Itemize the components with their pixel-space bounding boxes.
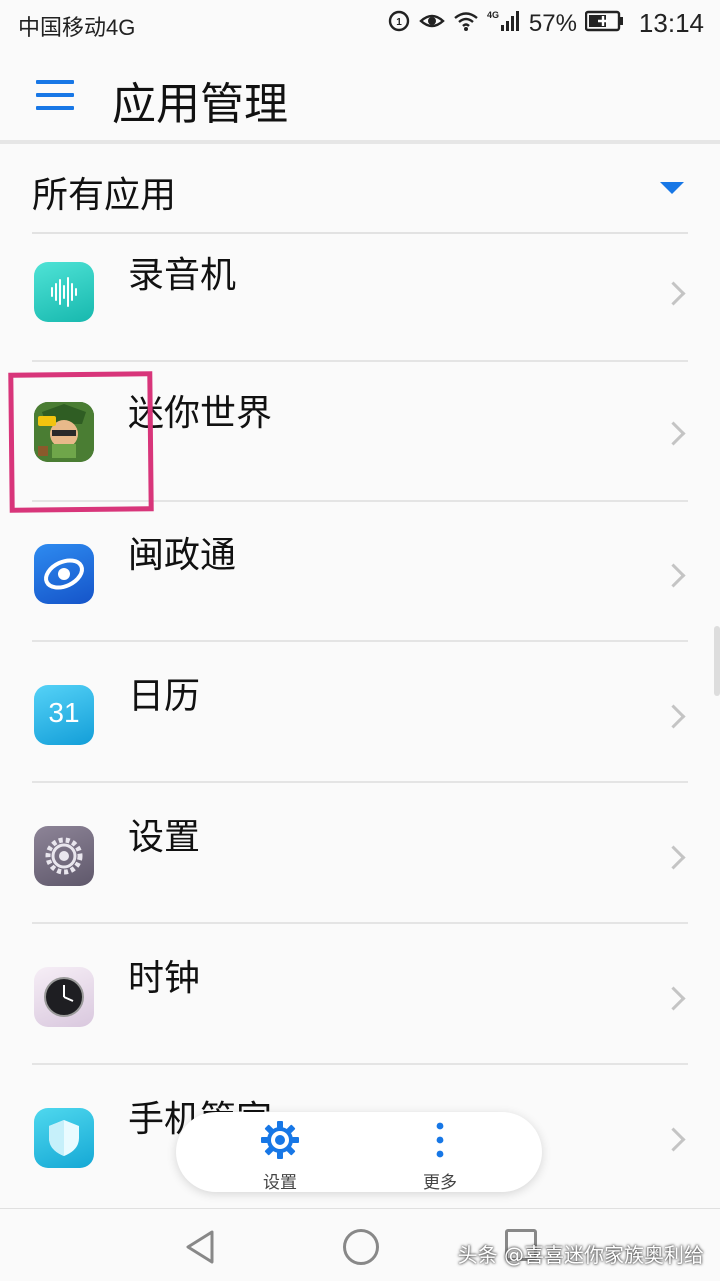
chevron-right-icon <box>661 704 686 729</box>
network-badge: 4G <box>487 10 499 20</box>
settings-gear-icon <box>34 826 94 886</box>
row-divider <box>32 781 688 783</box>
battery-charging-icon <box>584 10 625 37</box>
hamburger-menu-icon[interactable] <box>36 80 76 112</box>
app-name: 日历 <box>128 676 201 717</box>
list-item[interactable]: 闽政通 <box>0 502 720 642</box>
list-item[interactable]: 时钟 <box>0 925 720 1065</box>
chevron-right-icon <box>661 421 686 446</box>
phone-manager-shield-icon <box>34 1108 94 1168</box>
chevron-right-icon <box>661 845 686 870</box>
calendar-icon: 31 <box>34 685 94 745</box>
triangle-down-icon[interactable] <box>660 182 684 194</box>
signal-icon: 4G <box>487 9 521 38</box>
app-name: 设置 <box>128 817 201 858</box>
watermark-text: 头条 @喜喜迷你家族奥利给 <box>457 1243 704 1267</box>
wifi-icon <box>453 10 479 37</box>
page-title: 应用管理 <box>112 79 288 130</box>
battery-percent: 57% <box>528 9 577 37</box>
minzhengtong-icon <box>34 544 94 604</box>
app-name: 时钟 <box>128 958 201 999</box>
clock-icon <box>34 967 94 1027</box>
system-nav-bar: 头条 @喜喜迷你家族奥利给 <box>0 1208 720 1281</box>
eye-comfort-icon <box>419 10 445 37</box>
row-divider <box>32 1063 688 1065</box>
recorder-icon <box>34 262 94 322</box>
back-triangle-icon[interactable] <box>184 1229 216 1269</box>
appbar-divider <box>0 140 720 144</box>
hd-call-icon: 1 <box>387 9 411 38</box>
floating-action-bar: 设置 更多 <box>176 1112 542 1193</box>
calendar-date-label: 31 <box>48 697 80 728</box>
settings-action-button[interactable]: 设置 <box>220 1118 340 1193</box>
chevron-right-icon <box>661 986 686 1011</box>
list-item[interactable]: 设置 <box>0 784 720 924</box>
settings-action-label: 设置 <box>263 1173 297 1193</box>
chevron-right-icon <box>661 563 686 588</box>
status-icons: 1 4G 57% 13:14 <box>387 8 704 39</box>
more-action-label: 更多 <box>423 1173 457 1193</box>
carrier-label: 中国移动4G <box>18 15 136 40</box>
clock-time: 13:14 <box>638 8 704 38</box>
app-bar: 应用管理 <box>0 52 720 140</box>
chevron-right-icon <box>661 1127 686 1152</box>
scrollbar[interactable] <box>714 626 720 696</box>
app-name: 录音机 <box>128 255 237 296</box>
filter-label: 所有应用 <box>32 175 177 216</box>
highlight-annotation-box <box>8 371 154 513</box>
row-divider <box>32 640 688 642</box>
app-filter-dropdown[interactable]: 所有应用 <box>0 146 720 232</box>
more-vertical-icon <box>436 1122 444 1158</box>
chevron-right-icon <box>661 281 686 306</box>
more-action-button[interactable]: 更多 <box>380 1118 500 1193</box>
status-bar: 中国移动4G 1 4G 57% 13:14 <box>0 0 720 50</box>
list-item[interactable]: 31 日历 <box>0 643 720 783</box>
svg-text:1: 1 <box>396 17 402 28</box>
app-name: 闽政通 <box>128 535 237 576</box>
row-divider <box>32 922 688 924</box>
list-item[interactable]: 录音机 <box>0 234 720 374</box>
gear-icon <box>261 1121 299 1159</box>
home-circle-icon[interactable] <box>343 1229 379 1265</box>
